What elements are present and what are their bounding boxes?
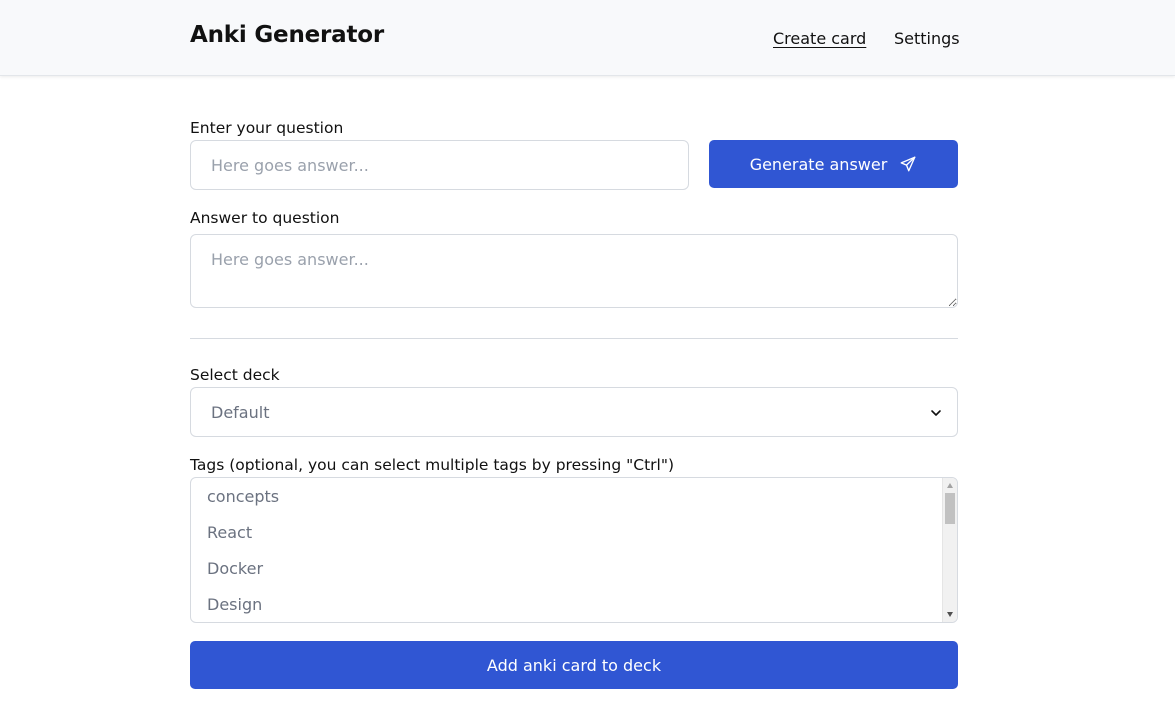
nav-settings-link[interactable]: Settings: [894, 29, 960, 48]
tag-option[interactable]: React: [207, 523, 252, 542]
add-card-button[interactable]: Add anki card to deck: [190, 641, 958, 689]
nav-create-card-link[interactable]: Create card: [773, 29, 866, 48]
scroll-thumb[interactable]: [945, 493, 955, 524]
question-label: Enter your question: [190, 119, 344, 137]
app-title: Anki Generator: [190, 22, 385, 48]
scroll-down-arrow-icon[interactable]: [947, 612, 953, 617]
tag-option[interactable]: concepts: [207, 487, 279, 506]
deck-selected-value: Default: [211, 403, 270, 422]
deck-label: Select deck: [190, 366, 280, 384]
generate-answer-button[interactable]: Generate answer: [709, 140, 958, 188]
top-navbar: Anki Generator Create card Settings: [0, 0, 1175, 76]
answer-textarea[interactable]: [190, 234, 958, 308]
tag-option[interactable]: Docker: [207, 559, 263, 578]
tags-label: Tags (optional, you can select multiple …: [190, 456, 675, 474]
chevron-down-icon: [931, 410, 941, 416]
send-icon: [900, 156, 916, 172]
tag-option[interactable]: Design: [207, 595, 262, 614]
answer-label: Answer to question: [190, 209, 340, 227]
section-divider: [190, 338, 958, 339]
tags-scrollbar[interactable]: [942, 478, 957, 622]
tags-multiselect[interactable]: concepts React Docker Design: [190, 477, 958, 623]
scroll-up-arrow-icon[interactable]: [947, 483, 953, 488]
generate-answer-label: Generate answer: [749, 154, 888, 174]
deck-select[interactable]: Default: [190, 387, 958, 437]
question-input[interactable]: [190, 140, 689, 190]
